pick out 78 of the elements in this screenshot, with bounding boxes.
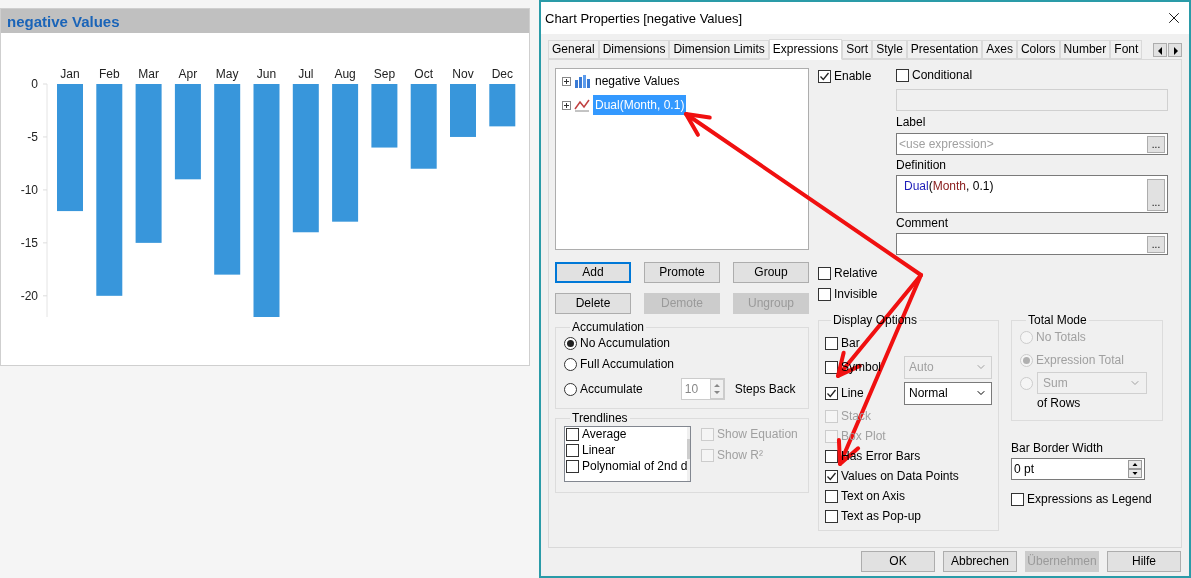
category-label: Feb	[98, 67, 120, 81]
suffix-label: of Rows	[1037, 396, 1082, 411]
tab[interactable]: Sort	[842, 40, 873, 59]
tab[interactable]: Axes	[982, 40, 1017, 59]
field-label: Bar Border Width	[1011, 441, 1105, 456]
chart-title: negative Values	[7, 13, 120, 29]
radio-label: Full Accumulation	[580, 357, 675, 372]
axis-tick-label: -10	[20, 182, 38, 197]
tab[interactable]: Expressions	[768, 39, 843, 60]
axis-tick-label: -5	[27, 129, 38, 144]
comment-field[interactable]: ...	[896, 233, 1168, 255]
checkbox-label: Enable	[834, 69, 872, 84]
radio-label: Expression Total	[1036, 353, 1124, 368]
dialog-button[interactable]: Abbrechen	[943, 551, 1017, 572]
group-title: Total Mode	[1027, 313, 1088, 328]
dialog-button[interactable]: OK	[861, 551, 935, 572]
dialog-button[interactable]: Group	[733, 262, 809, 283]
checkbox-label: Conditional	[912, 68, 973, 83]
checkbox-label: Invisible	[834, 287, 878, 302]
checkbox-label: Text on Axis	[841, 488, 906, 504]
steps-label: Steps Back	[734, 381, 796, 397]
placeholder: <use expression>	[899, 136, 994, 152]
checkbox-label: Text as Pop-up	[841, 508, 922, 524]
checkbox-label: Line	[841, 385, 864, 401]
category-label: Apr	[178, 67, 198, 81]
radio-label: No Accumulation	[580, 336, 671, 351]
definition-field[interactable]: Dual(Month, 0.1) ...	[896, 175, 1168, 213]
field-label: Definition	[896, 158, 948, 173]
tab[interactable]: Font	[1110, 40, 1143, 59]
category-label: Nov	[452, 67, 474, 81]
list-item: Linear	[582, 443, 616, 458]
group-title: Accumulation	[571, 320, 646, 335]
dialog-button[interactable]: Promote	[644, 262, 720, 283]
field-label: Label	[896, 115, 927, 130]
field-label: Comment	[896, 216, 949, 231]
tab[interactable]: Presentation	[906, 40, 983, 59]
tab[interactable]: Style	[872, 40, 907, 59]
group-title: Trendlines	[571, 411, 629, 426]
dialog-button[interactable]: Hilfe	[1107, 551, 1181, 572]
list-item: Average	[582, 427, 627, 442]
checkbox-label: Expressions as Legend	[1027, 492, 1152, 507]
tab[interactable]: Number	[1059, 40, 1111, 59]
list-item: Polynomial of 2nd d	[582, 459, 688, 474]
category-label: May	[215, 67, 239, 81]
dropdown[interactable]: Normal	[904, 381, 992, 405]
axis-tick-label: 0	[31, 77, 38, 91]
dialog-button[interactable]: Delete	[555, 293, 631, 314]
tab[interactable]: General	[548, 40, 599, 59]
definition-text: Dual(Month, 0.1)	[904, 179, 994, 195]
tab[interactable]: Dimension Limits	[669, 40, 769, 59]
category-label: Sep	[373, 67, 396, 81]
checkbox-label: Show R²	[717, 448, 763, 463]
axis-tick-label: -15	[20, 235, 38, 250]
checkbox-label: Relative	[834, 266, 878, 281]
category-label: Jul	[298, 67, 314, 81]
checkbox-label: Show Equation	[717, 427, 798, 442]
browse-button[interactable]: ...	[1147, 135, 1165, 153]
category-label: Aug	[334, 67, 356, 81]
dialog-button[interactable]: Add	[555, 262, 631, 283]
category-label: Jan	[60, 67, 80, 81]
tab[interactable]: Dimensions	[598, 40, 670, 59]
browse-button[interactable]: ...	[1147, 235, 1165, 253]
category-label: Mar	[138, 67, 159, 81]
checkbox-label: Values on Data Points	[841, 468, 959, 484]
border-width-field[interactable]: 0 pt	[1011, 458, 1145, 480]
browse-button[interactable]: ...	[1147, 179, 1165, 211]
category-label: Dec	[491, 67, 513, 81]
window-title: Chart Properties [negative Values]	[545, 10, 743, 26]
checkbox-label: Bar	[841, 335, 860, 351]
tab[interactable]: Colors	[1016, 40, 1060, 59]
axis-tick-label: -20	[20, 288, 38, 303]
radio-label: No Totals	[1036, 330, 1086, 345]
label-field[interactable]: <use expression> ...	[896, 133, 1168, 155]
radio-label: Accumulate	[580, 381, 643, 397]
category-label: Jun	[256, 67, 277, 81]
category-label: Oct	[414, 67, 434, 81]
tree-item[interactable]: negative Values	[593, 71, 682, 91]
steps-spinner[interactable]: 10	[680, 378, 725, 400]
